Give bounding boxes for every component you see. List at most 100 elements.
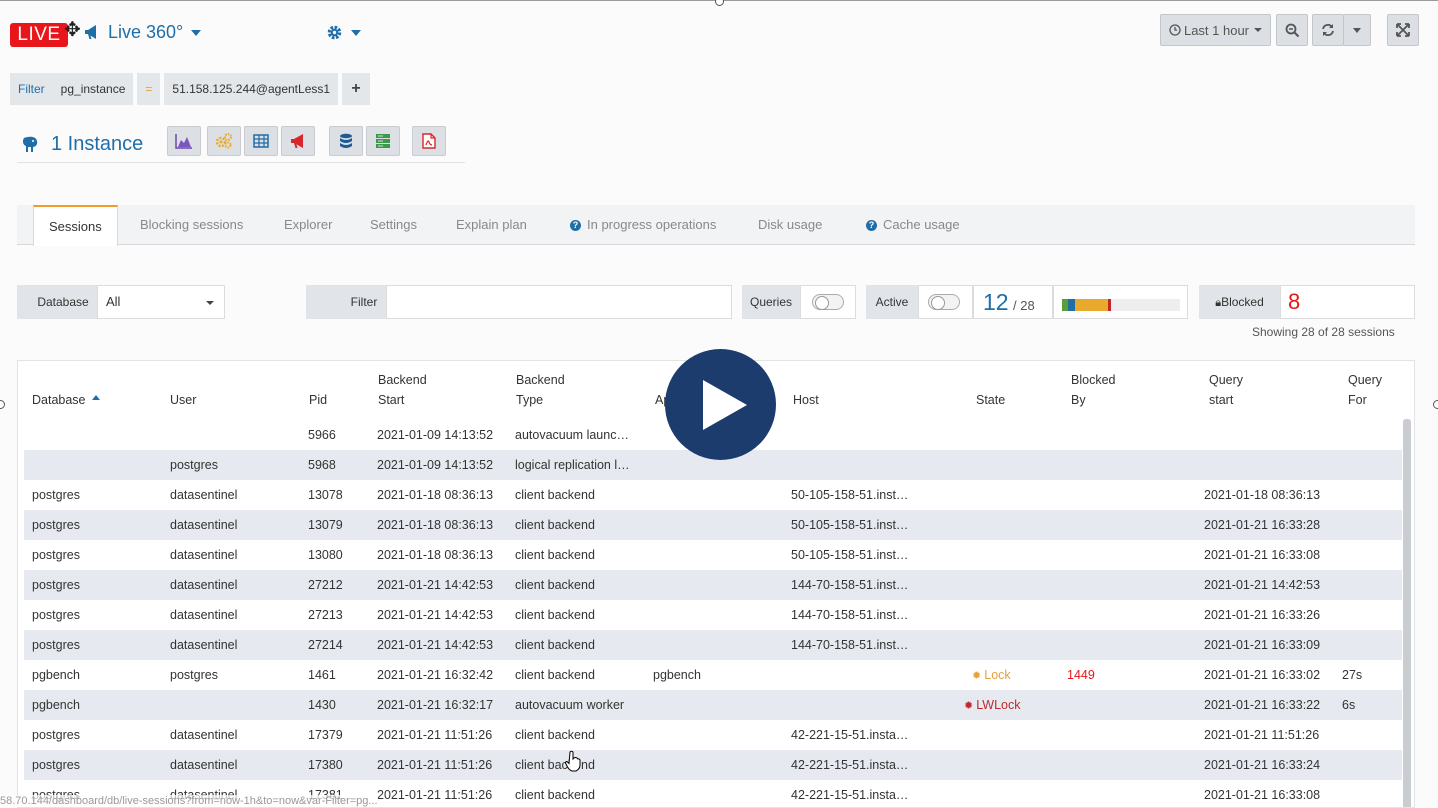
table-row[interactable]: postgres datasentinel 27212 2021-01-21 14:4… xyxy=(24,570,1402,600)
hand-cursor-icon xyxy=(565,750,581,772)
table-row[interactable]: pgbench 1430 2021-01-21 16:32:17 autovacuum… xyxy=(24,690,1402,720)
activity-chart-button[interactable] xyxy=(167,126,201,156)
tab-in-progress-operations[interactable]: ? In progress operations xyxy=(570,205,716,245)
table-view-button[interactable] xyxy=(244,126,278,156)
tab-explain-plan[interactable]: Explain plan xyxy=(456,205,527,245)
resize-handle-left[interactable] xyxy=(0,400,5,409)
table-row[interactable]: postgres datasentinel 17380 2021-01-21 11:5… xyxy=(24,750,1402,780)
dashboard-title[interactable]: Live 360° xyxy=(108,22,183,43)
database-label: Database xyxy=(17,285,97,319)
session-count: 12 / 28 xyxy=(973,285,1053,319)
database-view-button[interactable] xyxy=(329,126,363,156)
cell-query-start: 2021-01-21 16:33:24 xyxy=(1204,758,1321,772)
pdf-icon xyxy=(422,133,436,149)
table-row[interactable]: postgres datasentinel 17379 2021-01-21 11:5… xyxy=(24,720,1402,750)
table-row[interactable]: postgres datasentinel 27213 2021-01-21 14:4… xyxy=(24,600,1402,630)
cell-backend-start: 2021-01-21 11:51:26 xyxy=(377,758,493,772)
column-header-backend-start[interactable]: Backend Start xyxy=(378,370,427,410)
database-select[interactable]: All xyxy=(97,285,225,319)
cell-database: postgres xyxy=(32,638,80,652)
table-row[interactable]: postgres datasentinel 27214 2021-01-21 14:4… xyxy=(24,630,1402,660)
tab-bar: Sessions Blocking sessions Explorer Sett… xyxy=(17,205,1415,246)
cell-backend-start: 2021-01-21 14:42:53 xyxy=(377,578,494,592)
filter-value[interactable]: 51.158.125.244@agentLess1 xyxy=(164,73,339,105)
column-header-backend-type[interactable]: Backend Type xyxy=(516,370,565,410)
fullscreen-icon xyxy=(1396,23,1410,37)
play-button[interactable] xyxy=(665,349,776,460)
chevron-down-icon[interactable] xyxy=(351,30,361,36)
alerts-button[interactable] xyxy=(281,126,315,156)
filter-key[interactable]: pg_instance xyxy=(52,73,134,105)
cell-backend-type: client backend xyxy=(515,518,595,532)
server-view-button[interactable] xyxy=(366,126,400,156)
cell-database: postgres xyxy=(32,488,80,502)
tab-explorer[interactable]: Explorer xyxy=(284,205,332,245)
cell-host: 144-70-158-51.inst… xyxy=(791,578,909,592)
cell-backend-start: 2021-01-21 11:51:26 xyxy=(377,788,493,802)
cell-query-start: 2021-01-21 16:33:08 xyxy=(1204,788,1321,802)
session-filter-input[interactable] xyxy=(386,285,732,319)
tab-settings[interactable]: Settings xyxy=(370,205,417,245)
help-icon: ? xyxy=(866,219,877,231)
fullscreen-button[interactable] xyxy=(1387,14,1419,46)
cell-pid: 13079 xyxy=(308,518,343,532)
tab-blocking-sessions[interactable]: Blocking sessions xyxy=(140,205,243,245)
refresh-interval-dropdown[interactable] xyxy=(1343,14,1371,46)
zoom-out-button[interactable] xyxy=(1276,14,1308,46)
resize-handle-right[interactable] xyxy=(1433,400,1438,409)
table-scrollbar[interactable] xyxy=(1403,419,1411,807)
total-session-count: / 28 xyxy=(1013,298,1035,313)
pdf-report-button[interactable] xyxy=(412,126,446,156)
table-row[interactable]: postgres datasentinel 13080 2021-01-18 08:3… xyxy=(24,540,1402,570)
cell-database: postgres xyxy=(32,548,80,562)
table-row[interactable]: pgbench postgres 1461 2021-01-21 16:32:42 cl… xyxy=(24,660,1402,690)
column-header-pid[interactable]: Pid xyxy=(309,390,327,410)
column-header-blocked-by[interactable]: Blocked By xyxy=(1071,370,1115,410)
queries-toggle[interactable] xyxy=(812,294,844,310)
column-label: User xyxy=(170,393,197,407)
time-range-button[interactable]: Last 1 hour xyxy=(1160,14,1271,46)
queries-label: Queries xyxy=(742,285,800,319)
tab-label: Disk usage xyxy=(758,217,823,232)
active-toggle[interactable] xyxy=(928,294,960,310)
app-frame: LIVE ✥ Live 360° Last 1 hour Filter pg_i… xyxy=(0,0,1438,808)
cell-blocked-by: 1449 xyxy=(1067,668,1095,682)
chevron-down-icon xyxy=(1353,27,1361,33)
server-icon xyxy=(376,134,390,148)
tab-sessions[interactable]: Sessions xyxy=(33,205,118,246)
column-header-database[interactable]: Database xyxy=(32,390,100,410)
move-icon[interactable]: ✥ xyxy=(64,17,81,42)
add-filter-button[interactable]: + xyxy=(342,73,371,105)
cell-pid: 13078 xyxy=(308,488,343,502)
cell-backend-type: client backend xyxy=(515,608,595,622)
cell-database: postgres xyxy=(32,608,80,622)
tab-cache-usage[interactable]: ? Cache usage xyxy=(866,205,960,245)
column-label-line2: Start xyxy=(378,393,405,407)
cell-host: 42-221-15-51.insta… xyxy=(791,788,909,802)
column-header-host[interactable]: Host xyxy=(793,390,819,410)
resize-handle-top[interactable] xyxy=(715,0,724,6)
column-header-query-start[interactable]: Query start xyxy=(1209,370,1243,410)
tab-disk-usage[interactable]: Disk usage xyxy=(758,205,822,245)
cell-backend-type: client backend xyxy=(515,638,595,652)
refresh-icon xyxy=(1322,24,1334,36)
column-header-state[interactable]: State xyxy=(976,390,1005,410)
refresh-button[interactable] xyxy=(1312,14,1344,46)
cell-query-for: 6s xyxy=(1342,698,1356,712)
settings-view-button[interactable] xyxy=(207,126,241,156)
column-header-query-for[interactable]: Query For xyxy=(1348,370,1382,410)
cell-user: datasentinel xyxy=(170,608,238,622)
table-row[interactable]: postgres datasentinel 13078 2021-01-18 08:3… xyxy=(24,480,1402,510)
cell-backend-type: logical replication l… xyxy=(515,458,630,472)
state-bar-waiting xyxy=(1075,299,1108,311)
bullhorn-icon xyxy=(291,134,303,148)
gear-icon[interactable] xyxy=(326,24,343,41)
column-label: Blocked xyxy=(1071,373,1116,387)
table-row[interactable]: postgres datasentinel 13079 2021-01-18 08:3… xyxy=(24,510,1402,540)
cell-query-start: 2021-01-21 16:33:28 xyxy=(1204,518,1321,532)
chevron-down-icon[interactable] xyxy=(191,30,201,36)
filter-operator[interactable]: = xyxy=(137,73,161,105)
cell-host: 50-105-158-51.inst… xyxy=(791,488,909,502)
column-header-user[interactable]: User xyxy=(170,390,196,410)
cell-user: datasentinel xyxy=(170,578,238,592)
